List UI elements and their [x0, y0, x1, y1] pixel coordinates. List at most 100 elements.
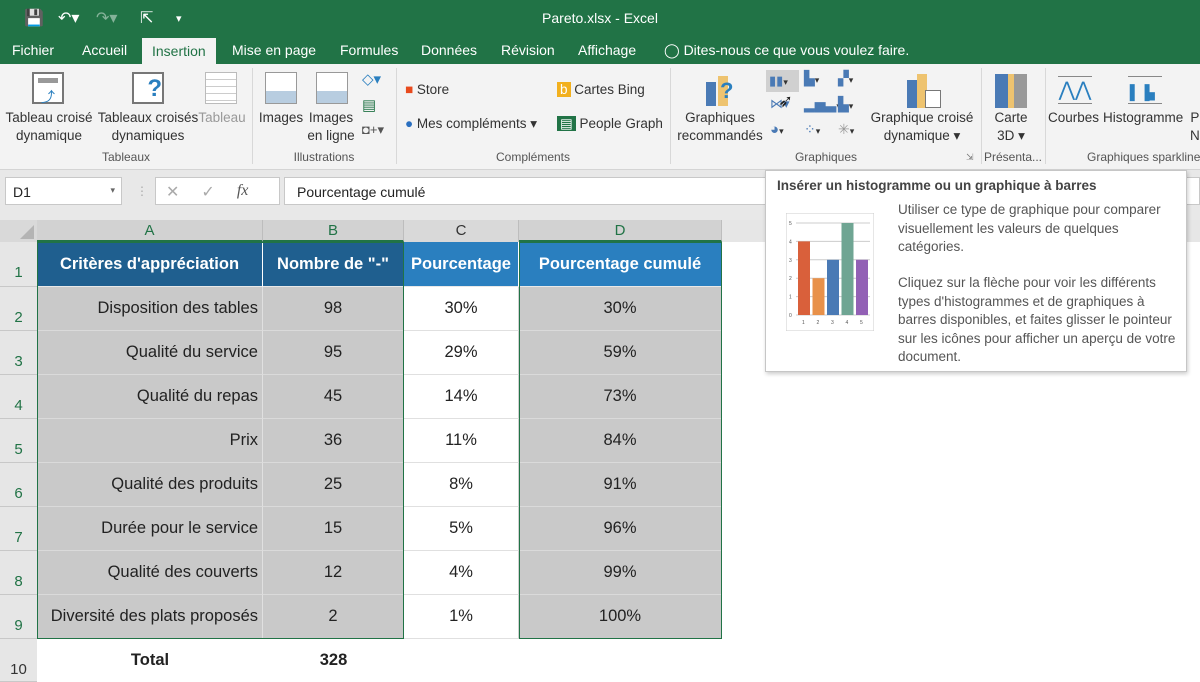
scatter-chart-icon[interactable]: ⁘▾	[804, 121, 820, 138]
radar-chart-icon[interactable]: ✳▾	[838, 121, 854, 138]
3d-map-button[interactable]: Carte 3D ▾	[983, 109, 1039, 145]
preview-tick-label: 2	[789, 276, 792, 282]
screenshot-icon[interactable]: ◘+▾	[362, 122, 384, 138]
table-cell[interactable]: 100%	[519, 595, 722, 639]
shapes-icon[interactable]: ◇▾	[362, 70, 381, 88]
header-cell[interactable]: Nombre de "-"	[263, 242, 404, 287]
combo-chart-icon[interactable]: ▙▾	[838, 96, 853, 113]
insert-function-icon[interactable]: fx	[237, 182, 249, 200]
row-header-1[interactable]: 1	[0, 242, 37, 287]
select-all-button[interactable]	[0, 220, 37, 242]
table-cell[interactable]: 29%	[404, 331, 519, 375]
row-header-3[interactable]: 3	[0, 331, 37, 375]
tab-formules[interactable]: Formules	[340, 42, 398, 58]
total-value[interactable]: 328	[263, 639, 404, 682]
my-addins-button[interactable]: ● Mes compléments ▾	[405, 115, 537, 133]
row-header-2[interactable]: 2	[0, 287, 37, 331]
table-cell[interactable]: 95	[263, 331, 404, 375]
pictures-button[interactable]: Images	[256, 109, 306, 127]
smartart-icon[interactable]: ▤	[362, 96, 376, 114]
header-cell[interactable]: Critères d'appréciation	[37, 242, 263, 287]
store-button[interactable]: ■ Store	[405, 81, 449, 99]
row-header-7[interactable]: 7	[0, 507, 37, 551]
column-header-d[interactable]: D	[519, 220, 722, 242]
tab-fichier[interactable]: Fichier	[12, 42, 54, 58]
row-header-9[interactable]: 9	[0, 595, 37, 639]
tab-revision[interactable]: Révision	[501, 42, 555, 58]
name-box[interactable]: D1 ▾	[5, 177, 122, 205]
online-pictures-button[interactable]: Images en ligne	[304, 109, 358, 145]
table-cell[interactable]: 30%	[404, 287, 519, 331]
column-header-b[interactable]: B	[263, 220, 404, 242]
dialog-launcher-icon[interactable]: ⇲	[966, 152, 974, 163]
column-sparkline-icon: ▌▐▖	[1128, 76, 1162, 104]
table-cell[interactable]: 36	[263, 419, 404, 463]
column-header-a[interactable]: A	[37, 220, 263, 242]
row-header-6[interactable]: 6	[0, 463, 37, 507]
row-header-4[interactable]: 4	[0, 375, 37, 419]
tab-affichage[interactable]: Affichage	[578, 42, 636, 58]
tab-insertion[interactable]: Insertion	[142, 38, 216, 65]
pie-chart-icon[interactable]: ◕▾	[770, 121, 784, 138]
table-cell[interactable]: 1%	[404, 595, 519, 639]
cancel-icon[interactable]: ✕	[166, 182, 179, 201]
ribbon-tabs: Fichier Accueil Insertion Mise en page F…	[0, 38, 1200, 65]
table-cell[interactable]: 4%	[404, 551, 519, 595]
statistic-chart-icon[interactable]: ▂▅▃▾	[804, 96, 841, 113]
table-cell[interactable]: 15	[263, 507, 404, 551]
row-header-10[interactable]: 10	[0, 639, 37, 682]
tab-mise-en-page[interactable]: Mise en page	[232, 42, 316, 58]
table-cell[interactable]: Qualité du service	[37, 331, 263, 375]
table-cell[interactable]: 8%	[404, 463, 519, 507]
table-icon	[205, 72, 237, 104]
recommended-pivot-button[interactable]: Tableaux croisés dynamiques	[95, 109, 201, 145]
hierarchy-treemap-icon[interactable]: ▙▾	[804, 70, 819, 87]
table-cell[interactable]: 45	[263, 375, 404, 419]
table-cell[interactable]: 59%	[519, 331, 722, 375]
waterfall-chart-icon[interactable]: ▞▾	[838, 70, 853, 87]
total-label[interactable]: Total	[37, 639, 263, 682]
table-cell[interactable]: 30%	[519, 287, 722, 331]
table-cell[interactable]: 5%	[404, 507, 519, 551]
people-graph-button[interactable]: ▤ People Graph	[557, 115, 663, 133]
tab-donnees[interactable]: Données	[421, 42, 477, 58]
winloss-sparkline-button[interactable]: PN	[1190, 109, 1200, 145]
table-cell[interactable]: Qualité du repas	[37, 375, 263, 419]
row-header-8[interactable]: 8	[0, 551, 37, 595]
table-cell[interactable]: Durée pour le service	[37, 507, 263, 551]
line-sparkline-button[interactable]: Courbes	[1048, 109, 1099, 127]
tell-me-search[interactable]: ◯ Dites-nous ce que vous voulez faire.	[664, 42, 909, 59]
table-cell[interactable]: 25	[263, 463, 404, 507]
table-cell[interactable]: 98	[263, 287, 404, 331]
table-cell[interactable]: 99%	[519, 551, 722, 595]
header-cell[interactable]: Pourcentage	[404, 242, 519, 287]
preview-tick-label: 5	[789, 221, 792, 227]
header-cell[interactable]: Pourcentage cumulé	[519, 242, 722, 287]
table-cell[interactable]: 2	[263, 595, 404, 639]
table-cell[interactable]: Prix	[37, 419, 263, 463]
splitter-handle[interactable]: ⋮	[136, 184, 148, 198]
table-cell[interactable]: 12	[263, 551, 404, 595]
column-header-c[interactable]: C	[404, 220, 519, 242]
table-cell[interactable]: Disposition des tables	[37, 287, 263, 331]
table-cell[interactable]: 14%	[404, 375, 519, 419]
table-cell[interactable]: 73%	[519, 375, 722, 419]
table-cell[interactable]: 84%	[519, 419, 722, 463]
row-header-5[interactable]: 5	[0, 419, 37, 463]
pivot-chart-button[interactable]: Graphique croisé dynamique ▾	[866, 109, 978, 145]
table-cell[interactable]: Diversité des plats proposés	[37, 595, 263, 639]
table-cell[interactable]: 11%	[404, 419, 519, 463]
pivot-table-button[interactable]: Tableau croisé dynamique	[4, 109, 94, 145]
recommended-charts-button[interactable]: Graphiques recommandés	[674, 109, 766, 145]
table-button[interactable]: Tableau	[198, 109, 246, 127]
table-cell[interactable]: Qualité des produits	[37, 463, 263, 507]
enter-icon[interactable]: ✓	[201, 182, 214, 201]
bing-maps-button[interactable]: b Cartes Bing	[557, 81, 645, 99]
column-sparkline-button[interactable]: Histogramme	[1103, 109, 1183, 127]
table-cell[interactable]: 91%	[519, 463, 722, 507]
tab-accueil[interactable]: Accueil	[82, 42, 127, 58]
table-cell[interactable]: 96%	[519, 507, 722, 551]
people-graph-icon: ▤	[557, 116, 576, 131]
table-cell[interactable]: Qualité des couverts	[37, 551, 263, 595]
column-chart-button[interactable]: ▮▮▾	[766, 70, 799, 92]
